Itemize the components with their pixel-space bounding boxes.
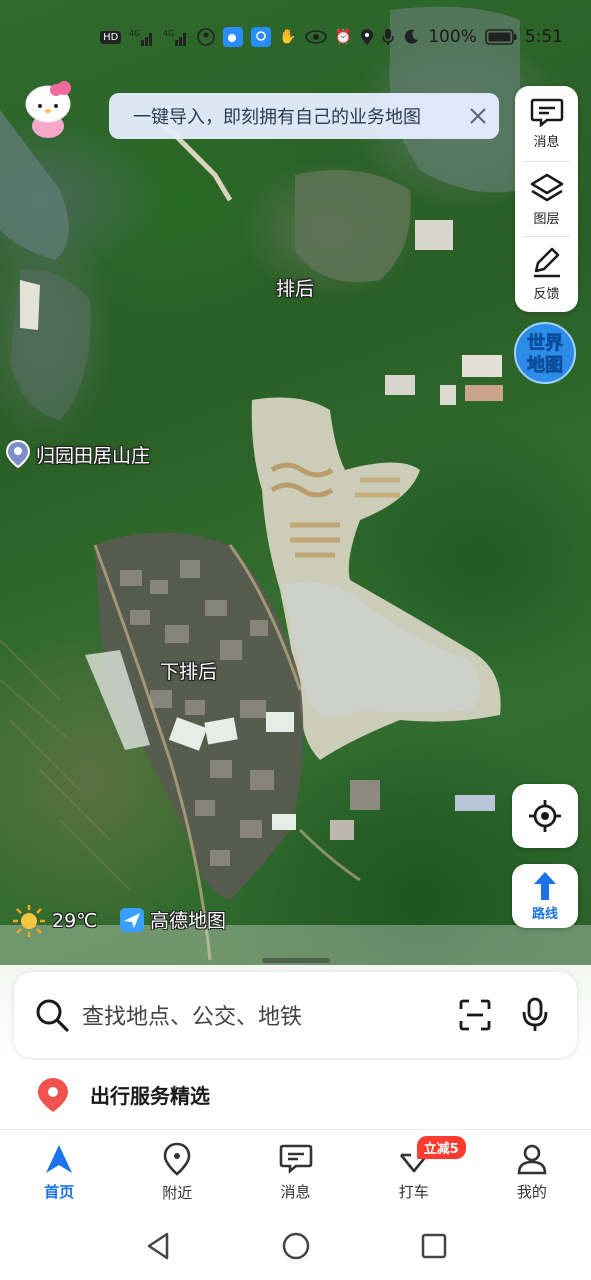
- bulb-app-icon: [251, 26, 272, 48]
- feedback-icon: [533, 247, 560, 278]
- poi-guiyuan[interactable]: 归园田居山庄: [6, 440, 150, 468]
- user-icon: [517, 1144, 547, 1174]
- status-bar: HD 4G 4G ✋ ⏰ 100% 5:51: [0, 22, 591, 52]
- battery-icon: [485, 26, 517, 48]
- tab-taxi[interactable]: 立减5 打车: [355, 1132, 473, 1212]
- eye-icon: [304, 26, 327, 48]
- route-button[interactable]: 路线: [512, 864, 578, 928]
- location-status-icon: [360, 26, 374, 48]
- crosshair-icon: [529, 800, 561, 832]
- navigation-arrow-icon: [46, 1144, 73, 1173]
- network-4g-label: 4G: [129, 29, 140, 38]
- user-avatar[interactable]: [20, 78, 76, 138]
- map-terrain: [0, 6, 591, 970]
- voice-icon[interactable]: [521, 997, 549, 1037]
- home-icon[interactable]: [281, 1231, 311, 1261]
- signal-icon: 4G: [129, 26, 155, 48]
- sun-icon: [13, 905, 45, 937]
- tab-home[interactable]: 首页: [0, 1132, 118, 1212]
- battery-percent: 100%: [428, 27, 477, 47]
- back-icon[interactable]: [145, 1232, 171, 1260]
- tool-message-button[interactable]: 消息: [515, 86, 578, 161]
- tab-home-label: 首页: [44, 1182, 75, 1201]
- world-map-line2: 地图: [527, 354, 563, 376]
- hd-badge: HD: [100, 30, 122, 44]
- brand-name: 高德地图: [150, 910, 227, 932]
- service-title: 出行服务精选: [90, 1084, 210, 1108]
- tool-layers-label: 图层: [533, 211, 560, 227]
- temperature: 29℃: [52, 910, 98, 932]
- system-nav-bar: [0, 1212, 591, 1280]
- alarm-icon: ⏰: [334, 29, 353, 45]
- layers-icon: [530, 173, 563, 201]
- mic-status-icon: [382, 26, 394, 48]
- world-map-button[interactable]: 世界 地图: [512, 322, 578, 384]
- recents-icon[interactable]: [421, 1233, 447, 1259]
- bottom-tab-bar: 首页 附近 消息 立减5 打车 我的: [0, 1132, 591, 1212]
- message-icon: [279, 1144, 312, 1174]
- search-icon: [36, 999, 69, 1032]
- map-label-paihou[interactable]: 排后: [276, 274, 314, 301]
- tab-messages-label: 消息: [280, 1182, 311, 1201]
- tab-profile-label: 我的: [516, 1182, 547, 1201]
- route-label: 路线: [531, 906, 558, 922]
- app-notification-icon: [197, 26, 216, 48]
- satellite-map[interactable]: 排后 归园田居山庄 下排后: [0, 0, 591, 1062]
- map-label-xiapaihou[interactable]: 下排后: [160, 657, 217, 684]
- sheet-drag-handle[interactable]: [262, 958, 330, 963]
- import-banner[interactable]: 一键导入，即刻拥有自己的业务地图: [109, 93, 499, 139]
- signal-icon-2: 4G: [163, 26, 189, 48]
- amap-brand: 高德地图: [120, 906, 226, 933]
- weather-widget[interactable]: 29℃: [12, 904, 98, 938]
- tab-nearby[interactable]: 附近: [118, 1132, 236, 1212]
- map-tool-panel: 消息 图层 反馈: [515, 86, 578, 312]
- tab-taxi-label: 打车: [398, 1182, 429, 1201]
- travel-services-row[interactable]: 出行服务精选: [0, 1060, 591, 1130]
- search-bar[interactable]: 查找地点、公交、地铁: [14, 972, 577, 1058]
- message-icon: [530, 98, 563, 127]
- amap-logo-icon: [120, 907, 144, 932]
- banner-text: 一键导入，即刻拥有自己的业务地图: [133, 107, 421, 128]
- tool-layers-button[interactable]: 图层: [515, 162, 578, 237]
- taxi-promo-badge: 立减5: [416, 1136, 466, 1159]
- clock: 5:51: [524, 27, 563, 47]
- scan-icon[interactable]: [459, 999, 491, 1035]
- route-arrow-icon: [534, 871, 556, 900]
- tool-feedback-label: 反馈: [533, 287, 560, 303]
- network-4g-label-2: 4G: [163, 29, 174, 38]
- map-label-guiyuan: 归园田居山庄: [36, 444, 151, 467]
- location-pin-outline-icon: [163, 1142, 191, 1176]
- tool-message-label: 消息: [533, 134, 560, 150]
- no-disturb-icon: [402, 26, 420, 48]
- search-input[interactable]: 查找地点、公交、地铁: [82, 999, 577, 1031]
- world-map-line1: 世界: [527, 333, 563, 354]
- weather-app-icon: [223, 26, 244, 48]
- hand-icon: ✋: [279, 29, 297, 45]
- tool-feedback-button[interactable]: 反馈: [515, 237, 578, 312]
- close-icon[interactable]: [465, 103, 491, 129]
- tab-messages[interactable]: 消息: [236, 1132, 354, 1212]
- tab-nearby-label: 附近: [162, 1183, 193, 1202]
- locate-button[interactable]: [512, 784, 578, 848]
- location-pin-icon: [38, 1077, 68, 1112]
- location-pin-icon: [6, 440, 30, 468]
- tab-profile[interactable]: 我的: [473, 1132, 591, 1212]
